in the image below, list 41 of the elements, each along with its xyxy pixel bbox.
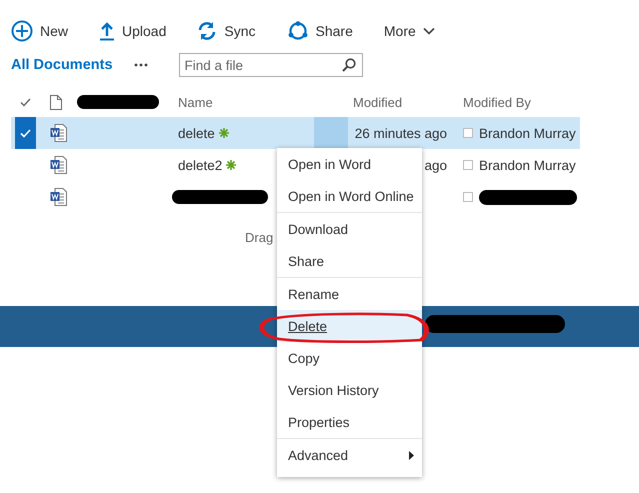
file-name-link[interactable]: delete2 [178, 158, 222, 172]
toolbar-button[interactable]: Sync [197, 21, 256, 41]
document-icon [50, 94, 62, 110]
presence-box [463, 192, 473, 202]
menu-item[interactable]: Open in Word [277, 148, 422, 180]
column-header[interactable]: Modified By [455, 94, 580, 110]
view-link[interactable]: All Documents [11, 57, 113, 73]
author-name: Brandon Murray [479, 158, 576, 172]
more-options-icon[interactable] [134, 63, 148, 67]
search-icon [342, 58, 356, 72]
presence-box [463, 128, 473, 138]
menu-item[interactable]: Share [277, 245, 422, 277]
drop-hint: Drag [245, 230, 274, 245]
menu-item[interactable]: Version History [277, 374, 422, 406]
sync-icon [197, 21, 218, 41]
share-icon [286, 21, 309, 41]
menu-item[interactable]: Properties [277, 406, 422, 438]
menu-item[interactable]: Advanced [277, 439, 422, 471]
toolbar-button[interactable]: New [11, 20, 68, 42]
author-name: Brandon Murray [479, 126, 576, 140]
plus-circle-icon [11, 20, 33, 42]
menu-item[interactable]: Download [277, 213, 422, 245]
word-document-icon [50, 124, 67, 142]
menu-item[interactable]: Open in Word Online [277, 180, 422, 212]
column-header[interactable]: Modified [348, 94, 455, 110]
file-name-link[interactable]: delete [178, 126, 215, 140]
presence-box [463, 160, 473, 170]
search-field[interactable]: Find a file [178, 53, 363, 77]
row-checkbox[interactable] [15, 117, 36, 149]
chevron-down-icon [422, 27, 435, 35]
menu-item[interactable]: Copy [277, 342, 422, 374]
check-icon[interactable] [20, 98, 31, 106]
column-header[interactable]: Name [178, 94, 314, 110]
check-icon [20, 128, 31, 138]
modified-time: ago [424, 158, 447, 172]
upload-icon [99, 21, 116, 41]
menu-item[interactable]: Rename [277, 278, 422, 310]
modified-time: 26 minutes ago [354, 126, 447, 140]
toolbar-button[interactable]: Share [286, 21, 353, 41]
toolbar-button[interactable]: Upload [99, 21, 166, 41]
toolbar-button[interactable]: More [384, 23, 435, 39]
